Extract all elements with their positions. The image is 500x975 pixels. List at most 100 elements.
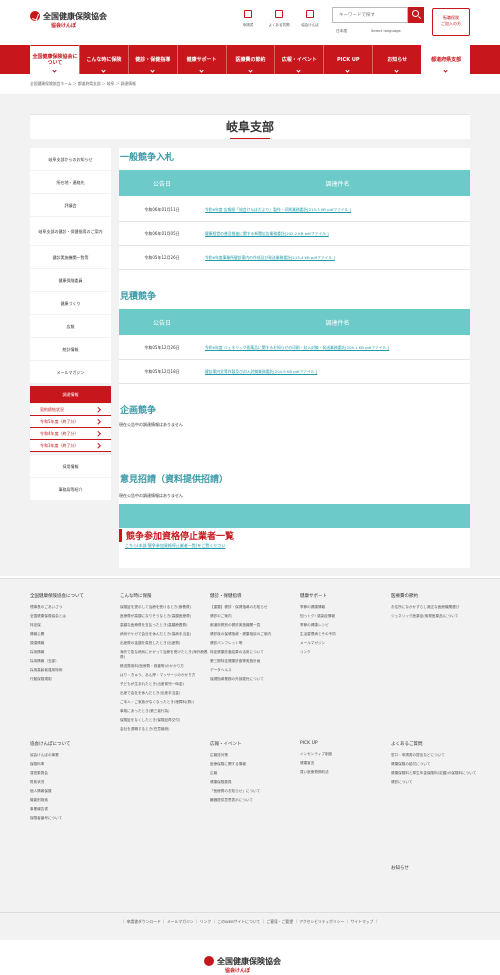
- nav-checkup[interactable]: 健診・保健指導: [127, 45, 177, 74]
- footer-link[interactable]: お住所になかかずらし適正な医療機関選び: [391, 605, 479, 610]
- footer-link[interactable]: 広報誌対策: [210, 753, 298, 758]
- join-button[interactable]: 転職保険 ご加入の方: [432, 8, 470, 36]
- nav-saving[interactable]: 医療費の節約: [225, 45, 275, 74]
- footer-link[interactable]: 医療保険に関する情報: [210, 762, 298, 767]
- sidebar-item-health[interactable]: 健康づくり: [30, 292, 111, 314]
- footer-link[interactable]: 「医療費のお知らせ」について: [210, 789, 298, 794]
- footer-link[interactable]: 賢い医療費節約法: [300, 770, 388, 775]
- footer-link[interactable]: 保険証をなくしたとき(保険証再交付): [120, 718, 208, 723]
- sidebar-item-pr[interactable]: 広報: [30, 315, 111, 337]
- footer-link[interactable]: 医療費が高額になりそうなとき(高額医療費): [120, 614, 208, 619]
- footer-link[interactable]: インセンティブ制度: [300, 752, 388, 757]
- logo-icon[interactable]: [30, 11, 40, 21]
- nav-pr-events[interactable]: 広報・イベント: [274, 45, 323, 74]
- footer-link[interactable]: 保険証を提示して治療を受けるとき(療養費): [120, 605, 208, 610]
- footer-link[interactable]: 採用情報: [30, 650, 118, 655]
- footer-link[interactable]: 行動保険規制: [30, 677, 118, 682]
- nav-news[interactable]: お知らせ: [372, 45, 421, 74]
- footer-heading[interactable]: 医療費の節約: [391, 593, 479, 599]
- footer-link[interactable]: 財政状況: [30, 780, 118, 785]
- footer-link[interactable]: 保険者番号について: [30, 816, 118, 821]
- nav-pickup[interactable]: PICK UP: [323, 45, 372, 74]
- row-link[interactable]: 令和6年度事業所健診案内の作成及び発送業務委託[213.4 KB pdfファイル…: [205, 255, 470, 261]
- footer-heading-news[interactable]: お知らせ: [391, 865, 409, 871]
- search-input[interactable]: [332, 7, 408, 23]
- footer-link[interactable]: 健診パンフレット等: [210, 641, 298, 646]
- footer-link[interactable]: データヘルス: [210, 668, 298, 673]
- submenu-contracts[interactable]: 契約締結状況: [30, 404, 111, 416]
- search-button[interactable]: [408, 7, 424, 23]
- footer-link[interactable]: 季節の健康レシピ: [300, 623, 388, 628]
- footer-link[interactable]: 事業報告書: [30, 807, 118, 812]
- nav-health-support[interactable]: 健康サポート: [176, 45, 226, 74]
- footer-link[interactable]: 出産で会社を休んだとき(出産手当金): [120, 691, 208, 696]
- row-link[interactable]: 令和6年度 広報紙「協会けんぽだより」製作・印刷業務委託[215.3 KB pd…: [205, 207, 470, 213]
- sidebar-item-council[interactable]: 評議会: [30, 194, 111, 216]
- submenu-r4[interactable]: 令和4年度（終了分）: [30, 428, 111, 440]
- footer-link[interactable]: 【重要】健診・保健指導のお知らせ: [210, 605, 298, 610]
- footer-link[interactable]: 特定保: [30, 623, 118, 628]
- footer-link[interactable]: 病気やケガで会社を休んだとき(傷病手当金): [120, 632, 208, 637]
- submenu-r5[interactable]: 令和5年度（終了分）: [30, 416, 111, 428]
- footer-link[interactable]: 第三期特定健康診査等実施計画: [210, 659, 298, 664]
- footer-link[interactable]: 健康保険の給付について: [391, 762, 479, 767]
- footer-link[interactable]: 調達情報: [30, 641, 118, 646]
- sidebar-item-checkup-guide[interactable]: 岐阜支部の健診・保健指導のご案内: [30, 217, 111, 245]
- footer-link[interactable]: 健康保険料と厚生年金保険料(定額)の保険料について: [391, 771, 479, 776]
- submenu-r3[interactable]: 令和3年度（終了分）: [30, 440, 111, 452]
- footer-link[interactable]: メールマガジン: [300, 641, 388, 646]
- sidebar-item-office[interactable]: 事務局等紹介: [30, 478, 111, 500]
- footer-link[interactable]: 理事長のごあいさつ: [30, 605, 118, 610]
- footer-heading[interactable]: 健診・保健指導: [210, 593, 298, 599]
- footer-link[interactable]: 生活習慣病とその予防: [300, 632, 388, 637]
- footer-link[interactable]: 運営委員会: [30, 771, 118, 776]
- footer-link[interactable]: 採用高齢者運用特例: [30, 668, 118, 673]
- footer-link[interactable]: 臓器提供意思表示について: [210, 798, 298, 803]
- footer-link[interactable]: 高額な医療費を支払ったとき(高額療養費): [120, 623, 208, 628]
- sidebar-item-insurance-members[interactable]: 健康保険委員: [30, 269, 111, 291]
- footer-link[interactable]: 機能別検索: [30, 798, 118, 803]
- footer-link[interactable]: 健診について: [391, 780, 479, 785]
- footer-heading[interactable]: こんな時に保険: [120, 593, 208, 599]
- header-link-faq[interactable]: よくある質問: [266, 10, 292, 28]
- footer-link[interactable]: 海外で急な病気にかかって治療を受けたとき(海外療養費): [120, 650, 208, 660]
- sidebar-item-news[interactable]: 岐阜支部からのお知らせ: [30, 148, 111, 170]
- footer-link[interactable]: 移送費用料(医療費・検査等)のかかり方: [120, 664, 208, 669]
- row-link[interactable]: 令和6年度 ジェネリック医薬品に関するお知らせの印刷・封入封緘・発送業務委託[2…: [205, 345, 470, 351]
- nav-branches[interactable]: 都道府県支部: [421, 45, 471, 74]
- header-link-kyokai[interactable]: 協会けんぽ: [297, 10, 323, 28]
- footer-link[interactable]: 季節の健康情報: [300, 605, 388, 610]
- footer-link[interactable]: 健診後の保健指導・健康相談のご案内: [210, 632, 298, 637]
- footer-link[interactable]: 子どもが生まれたとき(出産育児一時金): [120, 682, 208, 687]
- footer-link[interactable]: 都道府県別の健診実施機関一覧: [210, 623, 298, 628]
- footer-link[interactable]: 保険料率: [30, 762, 118, 767]
- nav-about[interactable]: 全国健康保険協会について: [30, 45, 79, 74]
- footer-link[interactable]: 事故にあったとき(第三者行為): [120, 709, 208, 714]
- lang-select[interactable]: Select language: [371, 29, 401, 33]
- footer-link[interactable]: 知っトク! 感染症情報: [300, 614, 388, 619]
- footer-link[interactable]: ご本人・ご家族がなくなったとき(埋葬料(費)): [120, 700, 208, 705]
- footer-link[interactable]: リンク: [300, 650, 388, 655]
- footer-heading[interactable]: PICK UP: [300, 741, 388, 746]
- footer-link[interactable]: 個人情報保護: [30, 789, 118, 794]
- logo-icon[interactable]: [204, 956, 214, 966]
- footer-link[interactable]: 保健指導業務の外部委託について: [210, 677, 298, 682]
- footer-link[interactable]: 全国健康保険協会とは: [30, 614, 118, 619]
- sidebar-item-statistics[interactable]: 統計情報: [30, 338, 111, 360]
- footer-link[interactable]: 協会けんぽの事業: [30, 753, 118, 758]
- footer-link[interactable]: 健診のご案内: [210, 614, 298, 619]
- footer-link[interactable]: 会社を退職するとき(任意継続): [120, 727, 208, 732]
- footer-link[interactable]: ジェネリック医薬品(後発医薬品)について: [391, 614, 479, 619]
- breadcrumb[interactable]: 全国健康保険協会ホーム ＞ 都道府県支部 ＞ 岐阜 ＞ 調達情報: [30, 81, 136, 87]
- sidebar-item-checkup-facilities[interactable]: 健診実施機関一覧等: [30, 246, 111, 268]
- logo-name[interactable]: 全国健康保険協会: [43, 11, 107, 22]
- footer-link[interactable]: 広報: [210, 771, 298, 776]
- row-link[interactable]: 健康経営の普及推進に関する新聞広告業務委託[202.2 KB pdfファイル ]: [205, 231, 470, 237]
- sidebar-item-mail-magazine[interactable]: メールマガジン: [30, 361, 111, 383]
- header-link-forms[interactable]: 申請書: [235, 10, 261, 28]
- sidebar-item-recruit[interactable]: 採用情報: [30, 455, 111, 477]
- footer-heading[interactable]: 協会けんぽについて: [30, 741, 118, 747]
- sidebar-item-procurement[interactable]: 調達情報: [30, 386, 111, 403]
- footer-heading[interactable]: よくあるご質問: [391, 741, 479, 747]
- sidebar-item-address[interactable]: 所在地・連絡先: [30, 171, 111, 193]
